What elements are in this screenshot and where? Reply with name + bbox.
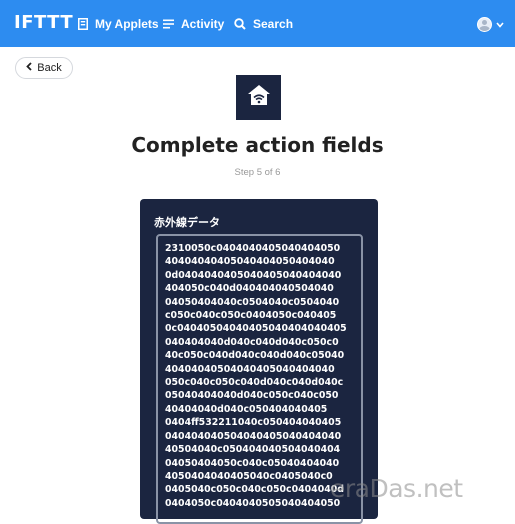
chevron-down-icon	[496, 15, 504, 33]
textarea-line: 0404050c0404040505040404050	[165, 497, 341, 509]
watermark: eraDas.net	[330, 474, 463, 503]
home-wifi-icon	[247, 84, 271, 111]
textarea-line: 4050404040405040c0405040c0	[165, 470, 333, 482]
textarea-line: 050c040c050c040d040c040d040c	[165, 377, 344, 389]
account-menu[interactable]	[477, 15, 504, 33]
activity-icon	[163, 19, 174, 29]
avatar-icon	[477, 16, 492, 32]
textarea-line: 040404040504040405040404040	[165, 430, 342, 442]
nav-search[interactable]: Search	[234, 16, 293, 32]
textarea-line: 0d0404040405040405040404040	[165, 269, 342, 281]
applets-icon	[78, 18, 88, 30]
chevron-left-icon	[26, 62, 32, 74]
nav-activity-label: Activity	[181, 17, 225, 31]
textarea-line: 40504040c050404040504040404	[165, 444, 341, 456]
textarea-line: 04050404050c040c05040404040	[165, 457, 340, 469]
nav-activity[interactable]: Activity	[163, 16, 224, 32]
back-button[interactable]: Back	[15, 57, 73, 79]
textarea-line: 404050c040d040404040504040	[165, 283, 334, 295]
field-label: 赤外線データ	[154, 216, 220, 229]
ifttt-logo[interactable]: IFTTT	[14, 13, 73, 33]
textarea-line: 0405040c050c040c050c0404040d	[165, 484, 344, 496]
back-button-label: Back	[37, 62, 62, 74]
textarea-line: c050c040c050c0404050c040405	[165, 310, 337, 322]
page-title: Complete action fields	[131, 133, 384, 157]
step-indicator: Step 5 of 6	[234, 167, 281, 178]
textarea-line: 0c04040504040405040404040405	[165, 323, 347, 335]
textarea-line: 40404040d040c050404040405	[165, 403, 328, 415]
textarea-line: 40c050c040d040c040d040c05040	[165, 350, 345, 362]
textarea-line: 40404040405040404050404040	[165, 256, 335, 268]
action-field-panel: 赤外線データ 2310050c0404040405040404050 404040…	[140, 199, 378, 524]
textarea-line: 2310050c0404040405040404050	[165, 243, 341, 254]
nav-my-applets-label: My Applets	[95, 17, 159, 31]
textarea-line: 0404ff532211040c050404040405	[165, 417, 342, 429]
textarea-line: 040404040d040c040d040c050c0	[165, 336, 339, 348]
nav-search-label: Search	[253, 17, 294, 31]
top-navigation-bar: IFTTT My Applets Activity Search	[0, 0, 515, 47]
textarea-line: 40404040504040405040404040	[165, 363, 335, 375]
textarea-line: 04050404040c0504040c0504040	[165, 296, 340, 308]
search-icon	[234, 18, 246, 30]
service-icon	[236, 75, 281, 120]
nav-my-applets[interactable]: My Applets	[78, 16, 159, 32]
textarea-line: 05040404040d040c050c040c050	[165, 390, 339, 402]
